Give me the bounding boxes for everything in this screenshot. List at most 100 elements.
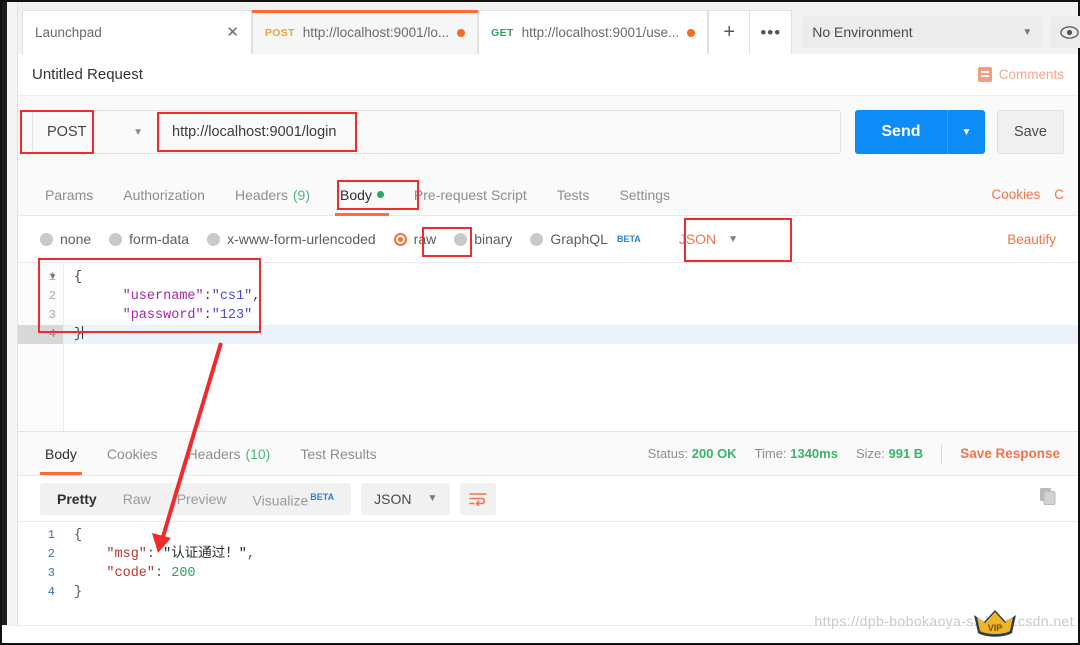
status-badge: Status: 200 OK [648, 446, 737, 461]
response-tab-cookies[interactable]: Cookies [94, 433, 171, 475]
text-cursor [82, 326, 83, 339]
request-editor-code[interactable]: {▼ "username":"cs1", "password":"123"} [64, 263, 1078, 431]
body-type-label: none [60, 231, 91, 247]
close-icon[interactable]: ✕ [226, 25, 239, 40]
body-type-label: raw [414, 231, 437, 247]
environment-quick-look-button[interactable] [1050, 16, 1080, 48]
response-format-select[interactable]: JSON ▼ [361, 483, 450, 515]
tab-tests[interactable]: Tests [544, 174, 603, 216]
body-type-urlencoded[interactable]: x-www-form-urlencoded [207, 231, 376, 247]
beautify-button[interactable]: Beautify [1007, 232, 1056, 247]
view-mode-preview[interactable]: Preview [164, 483, 240, 515]
word-wrap-button[interactable] [460, 483, 496, 515]
code-line: {▼ [64, 268, 1078, 287]
token-punc: , [247, 547, 255, 562]
view-mode-pretty[interactable]: Pretty [44, 483, 110, 515]
tab-label: Test Results [300, 446, 376, 462]
tab-settings[interactable]: Settings [606, 174, 683, 216]
body-type-label: form-data [129, 231, 189, 247]
tab-options-button[interactable]: ••• [750, 10, 792, 54]
size-badge: Size: 991 B [856, 446, 923, 461]
environment-select[interactable]: No Environment ▼ [802, 16, 1042, 48]
body-type-form-data[interactable]: form-data [109, 231, 189, 247]
token-str: "123" [212, 308, 253, 323]
comments-button[interactable]: Comments [978, 67, 1064, 82]
save-button[interactable]: Save [997, 110, 1064, 154]
time-label: Time: [755, 446, 787, 461]
unsaved-dot-icon [687, 29, 695, 37]
save-response-button[interactable]: Save Response [960, 446, 1060, 461]
response-tab-body[interactable]: Body [32, 433, 90, 475]
response-view-modes: Pretty Raw Preview VisualizeBETA [40, 483, 351, 515]
response-tab-headers[interactable]: Headers (10) [175, 433, 284, 475]
tab-params[interactable]: Params [32, 174, 106, 216]
page-title: Untitled Request [32, 66, 143, 83]
size-value: 991 B [888, 446, 923, 461]
code-line: { [64, 526, 1078, 545]
token-punc: } [74, 585, 82, 600]
view-mode-raw[interactable]: Raw [110, 483, 164, 515]
tab-headers[interactable]: Headers (9) [222, 174, 323, 216]
code-line: "username":"cs1", [64, 287, 1078, 306]
body-type-none[interactable]: none [40, 231, 91, 247]
body-type-graphql[interactable]: GraphQL BETA [530, 231, 640, 247]
body-type-label: binary [474, 231, 512, 247]
fold-caret-icon[interactable]: ▼ [50, 268, 55, 287]
tab-bar: Launchpad ✕ POST http://localhost:9001/l… [18, 2, 1078, 54]
token-str: "cs1" [212, 289, 253, 304]
token-key: "password" [123, 308, 204, 323]
send-button[interactable]: Send [855, 110, 947, 154]
new-tab-button[interactable]: + [708, 10, 750, 54]
chevron-down-icon: ▼ [1022, 27, 1032, 38]
send-options-button[interactable]: ▼ [947, 110, 985, 154]
tab-label: Cookies [107, 446, 158, 462]
beta-badge: BETA [617, 234, 641, 244]
radio-icon [530, 233, 543, 246]
request-editor-gutter: 1234 [18, 263, 64, 431]
cookies-link[interactable]: Cookies [991, 187, 1040, 202]
response-editor-gutter: 1234 [18, 522, 64, 625]
tab-method-label: GET [491, 27, 514, 39]
token-key: "code" [106, 566, 155, 581]
view-mode-visualize-label: Visualize [253, 492, 309, 508]
token-punc: , [252, 289, 260, 304]
method-select[interactable]: POST ▼ [32, 110, 157, 154]
vip-crown-icon: VIP [972, 605, 1018, 639]
body-type-label: x-www-form-urlencoded [227, 231, 376, 247]
view-mode-visualize[interactable]: VisualizeBETA [240, 481, 348, 517]
response-tab-test-results[interactable]: Test Results [287, 433, 389, 475]
tab-request-post[interactable]: POST http://localhost:9001/lo... [252, 10, 478, 54]
tab-authorization[interactable]: Authorization [110, 174, 218, 216]
tab-label: Settings [619, 187, 670, 203]
tab-launchpad[interactable]: Launchpad ✕ [22, 10, 252, 54]
environment-area: No Environment ▼ [792, 16, 1080, 54]
body-type-raw[interactable]: raw [394, 231, 437, 247]
token-punc: { [74, 528, 82, 543]
request-body-editor[interactable]: 1234 {▼ "username":"cs1", "password":"12… [18, 262, 1078, 431]
code-line: } [64, 325, 1078, 344]
request-tabs-right: Cookies C [991, 187, 1064, 202]
line-number: 2 [18, 287, 63, 306]
tab-pre-request-script[interactable]: Pre-request Script [401, 174, 540, 216]
response-format-label: JSON [374, 491, 411, 507]
body-type-binary[interactable]: binary [454, 231, 512, 247]
body-format-select[interactable]: JSON ▼ [667, 227, 750, 251]
radio-icon [40, 233, 53, 246]
environment-selected-label: No Environment [812, 24, 912, 40]
copy-button[interactable] [1039, 487, 1056, 510]
token-punc: } [74, 327, 82, 342]
radio-icon [454, 233, 467, 246]
size-label: Size: [856, 446, 885, 461]
tab-body[interactable]: Body [327, 174, 397, 216]
code-link[interactable]: C [1054, 187, 1064, 202]
chevron-down-icon: ▼ [728, 234, 738, 245]
url-input[interactable]: http://localhost:9001/login [157, 110, 841, 154]
postman-window: Launchpad ✕ POST http://localhost:9001/l… [0, 0, 1080, 645]
status-value: 200 OK [692, 446, 737, 461]
token-key: "msg" [106, 547, 147, 562]
tab-request-get[interactable]: GET http://localhost:9001/use... [478, 10, 708, 54]
eye-icon [1060, 26, 1079, 39]
code-line: "code": 200 [64, 564, 1078, 583]
chevron-down-icon: ▼ [133, 127, 143, 138]
line-number: 3 [18, 564, 64, 583]
